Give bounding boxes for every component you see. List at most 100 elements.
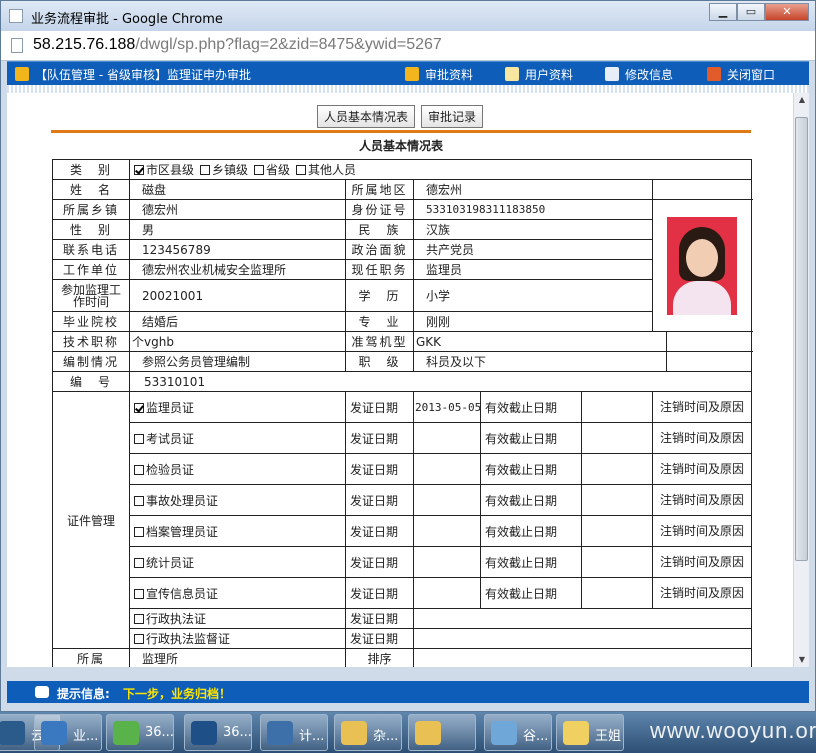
scroll-up-icon[interactable]: ▲ (795, 93, 809, 107)
field-label: 政治面貌 (345, 239, 414, 260)
url-path: /dwgl/sp.php?flag=2&zid=8475&ywid=5267 (135, 36, 442, 53)
field-label: 职 级 (345, 351, 414, 372)
category-option[interactable]: 省级 (254, 163, 290, 177)
field-label: 身份证号 (345, 199, 414, 220)
checkbox[interactable] (134, 464, 144, 475)
taskbar-button[interactable]: 计... (260, 714, 328, 751)
taskbar-button[interactable] (408, 714, 476, 751)
field-label: 所属地区 (345, 179, 414, 200)
checkbox[interactable] (134, 402, 144, 413)
checkbox[interactable] (200, 165, 211, 175)
category-options: 市区县级 乡镇级 省级 其他人员 (128, 159, 753, 180)
issue-date-value (413, 515, 481, 547)
cert-name[interactable]: 检验员证 (129, 453, 346, 485)
category-option[interactable]: 市区县级 (134, 163, 194, 177)
taskbar-label: 36... (145, 725, 174, 740)
field-value: 刚刚 (413, 311, 653, 332)
law-cert-name[interactable]: 行政执法证 (129, 608, 346, 629)
minimize-button[interactable]: ▁ (709, 3, 737, 21)
cert-name-text: 监理员证 (146, 400, 195, 415)
checkbox[interactable] (134, 526, 144, 537)
checkbox[interactable] (296, 165, 307, 175)
field-value: 个vghb (129, 331, 346, 352)
page-icon (11, 38, 23, 53)
nav-approval-data[interactable]: 审批资料 (405, 66, 473, 83)
taskbar-button[interactable]: 王姐 (556, 714, 624, 751)
serial-value: 53310101 (128, 371, 753, 392)
issue-date-label: 发证日期 (345, 577, 414, 609)
photo-cell (651, 199, 753, 332)
address-bar[interactable]: 58.215.76.188/dwgl/sp.php?flag=2&zid=847… (1, 31, 815, 61)
category-option[interactable]: 其他人员 (296, 163, 356, 177)
issue-date-value (413, 422, 481, 454)
expire-date-value (581, 422, 653, 454)
url-text[interactable]: 58.215.76.188/dwgl/sp.php?flag=2&zid=847… (33, 36, 442, 54)
taskbar-button[interactable]: 36... (106, 714, 174, 751)
taskbar-button[interactable]: 杂... (334, 714, 402, 751)
breadcrumb: 【队伍管理 - 省级审核】监理证申办审批 (15, 66, 251, 83)
table-row: 证件管理 监理员证 发证日期 2013-05-05 有效截止日期 注销时间及原因 (52, 391, 753, 649)
cert-name-text: 检验员证 (146, 462, 195, 477)
field-value: 参照公务员管理编制 (129, 351, 346, 372)
category-label: 类 别 (52, 159, 130, 180)
category-option-label: 乡镇级 (212, 163, 249, 177)
law-cert-name[interactable]: 行政执法监督证 (129, 628, 346, 649)
taskbar-label: 王姐 (595, 729, 622, 744)
checkbox[interactable] (134, 614, 144, 624)
scroll-thumb[interactable] (795, 117, 808, 561)
message-icon (35, 686, 49, 698)
tab-basic-info[interactable]: 人员基本情况表 (317, 105, 416, 128)
app-icon (491, 721, 517, 745)
cert-name[interactable]: 档案管理员证 (129, 515, 346, 547)
sort-value[interactable] (412, 648, 753, 667)
table-row: 统计员证 发证日期 有效截止日期 注销时间及原因 (53, 546, 753, 578)
checkbox[interactable] (134, 495, 144, 506)
taskbar-button[interactable]: 业... (34, 714, 102, 751)
cert-name-text: 考试员证 (146, 431, 195, 446)
nav-label: 用户资料 (525, 68, 574, 82)
checkbox[interactable] (134, 588, 144, 599)
nav-edit-info[interactable]: 修改信息 (605, 66, 673, 83)
app-icon (41, 721, 67, 745)
field-value: 德宏州 (129, 199, 346, 220)
tip-bar: 提示信息: 下一步，业务归档！ (7, 681, 809, 703)
checkbox[interactable] (134, 433, 144, 444)
checkbox[interactable] (254, 165, 265, 175)
field-value: 结婚后 (129, 311, 346, 332)
issue-date-label: 发证日期 (345, 453, 414, 485)
field-value: 123456789 (129, 239, 346, 260)
category-option[interactable]: 乡镇级 (200, 163, 248, 177)
checkbox[interactable] (134, 557, 144, 568)
field-value: 共产党员 (413, 239, 653, 260)
nav-label: 修改信息 (625, 68, 674, 82)
cancel-note-label: 注销时间及原因 (651, 422, 753, 454)
vertical-scrollbar[interactable]: ▲ ▼ (793, 93, 809, 667)
affiliation-value: 监理所 (129, 648, 346, 667)
id-photo (667, 216, 738, 315)
cert-name[interactable]: 监理员证 (129, 391, 346, 423)
field-value: 汉族 (413, 219, 653, 240)
cert-name[interactable]: 考试员证 (129, 422, 346, 454)
close-window-button[interactable]: ✕ (765, 3, 809, 21)
cert-name[interactable]: 事故处理员证 (129, 484, 346, 516)
cert-name[interactable]: 统计员证 (129, 546, 346, 578)
blank-cell (665, 351, 753, 372)
tab-approval-records[interactable]: 审批记录 (421, 105, 484, 128)
field-value: GKK (413, 331, 667, 352)
field-value: 磁盘 (129, 179, 346, 200)
expire-date-label: 有效截止日期 (480, 484, 582, 516)
nav-user-data[interactable]: 用户资料 (505, 66, 573, 83)
scroll-down-icon[interactable]: ▼ (795, 653, 809, 667)
maximize-button[interactable]: ▭ (737, 3, 765, 21)
expire-date-value (581, 391, 653, 423)
table-row: 行政执法证 发证日期 (53, 608, 753, 629)
taskbar-button[interactable]: 36... (184, 714, 252, 751)
cert-group-label: 证件管理 (52, 391, 130, 649)
checkbox[interactable] (134, 165, 144, 175)
cert-name-text: 事故处理员证 (146, 493, 219, 508)
cert-name[interactable]: 宣传信息员证 (129, 577, 346, 609)
cancel-note-label: 注销时间及原因 (651, 515, 753, 547)
taskbar-button[interactable]: 谷... (484, 714, 552, 751)
nav-close-window[interactable]: 关闭窗口 (707, 66, 775, 83)
checkbox[interactable] (134, 634, 144, 644)
